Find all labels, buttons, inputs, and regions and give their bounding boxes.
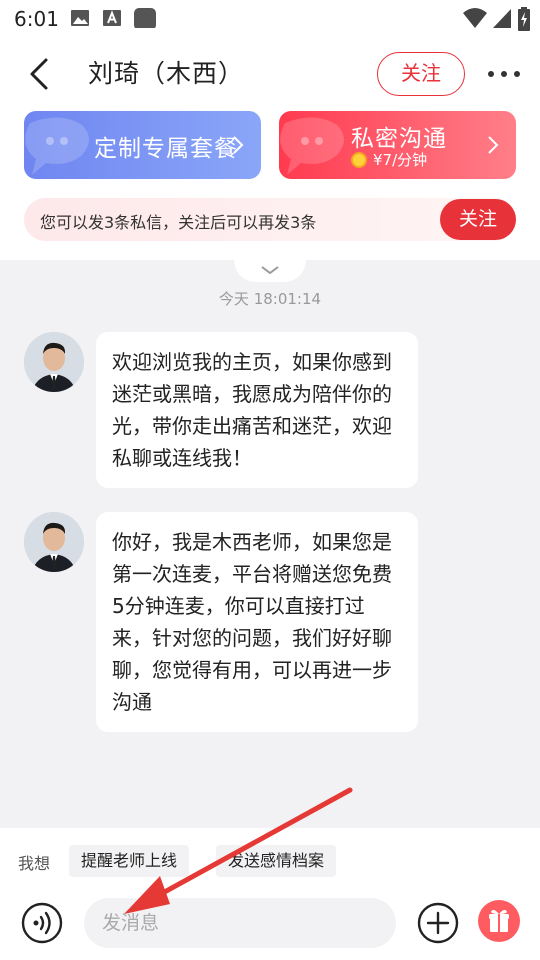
message-limit-notice: 您可以发3条私信，关注后可以再发3条 关注 xyxy=(24,198,516,241)
plus-icon[interactable] xyxy=(417,902,459,944)
teacher-portrait-icon xyxy=(24,512,84,572)
price-text: ¥7/分钟 xyxy=(373,151,428,169)
follow-button[interactable]: 关注 xyxy=(377,52,465,96)
voice-input-icon[interactable] xyxy=(21,902,63,944)
gift-icon xyxy=(489,909,509,932)
chat-message-area[interactable]: 今天 18:01:14 欢迎浏览我的主页，如果你感到迷茫或黑暗，我愿成为陪伴你的… xyxy=(0,260,540,828)
avatar[interactable] xyxy=(24,512,84,572)
chat-header: 刘琦（木西） 关注 xyxy=(0,38,540,110)
chevron-right-icon xyxy=(233,136,244,154)
chat-bubble-decoration-icon xyxy=(25,117,89,175)
private-chat-banner[interactable]: 私密沟通 ¥7/分钟 xyxy=(279,111,516,179)
status-bar: 6:01 xyxy=(0,0,540,38)
custom-package-label: 定制专属套餐 xyxy=(94,136,238,162)
wifi-icon xyxy=(463,8,487,28)
send-emotion-file-chip[interactable]: 发送感情档案 xyxy=(216,845,337,877)
gift-button[interactable] xyxy=(478,900,520,942)
coin-icon xyxy=(351,151,367,168)
message-bubble: 欢迎浏览我的主页，如果你感到迷茫或黑暗，我愿成为陪伴你的光，带你走出痛苦和迷茫，… xyxy=(96,332,418,488)
chevron-down-icon xyxy=(261,266,279,275)
image-notification-icon xyxy=(71,10,89,26)
message-input[interactable] xyxy=(84,898,396,948)
private-chat-price: ¥7/分钟 xyxy=(351,149,427,170)
notice-follow-button[interactable]: 关注 xyxy=(440,199,516,240)
chevron-right-icon xyxy=(488,136,499,154)
back-arrow-icon[interactable] xyxy=(22,56,58,92)
avatar[interactable] xyxy=(24,332,84,392)
chat-bubble-decoration-icon xyxy=(280,117,344,175)
app-notification-icon xyxy=(134,8,156,28)
load-more-tab[interactable] xyxy=(234,260,306,282)
more-options-icon[interactable] xyxy=(484,62,524,86)
page-title: 刘琦（木西） xyxy=(88,59,245,88)
signal-icon xyxy=(493,9,511,28)
status-time: 6:01 xyxy=(14,7,59,31)
custom-package-banner[interactable]: 定制专属套餐 xyxy=(24,111,261,179)
notice-text: 您可以发3条私信，关注后可以再发3条 xyxy=(40,213,317,232)
message-timestamp: 今天 18:01:14 xyxy=(218,290,322,308)
teacher-portrait-icon xyxy=(24,332,84,392)
message-bubble: 你好，我是木西老师，如果您是第一次连麦，平台将赠送您免费5分钟连麦，你可以直接打… xyxy=(96,512,418,732)
battery-icon xyxy=(518,7,530,31)
private-chat-label: 私密沟通 xyxy=(351,126,447,152)
text-notification-icon xyxy=(103,10,121,26)
input-panel: 我想 提醒老师上线 发送感情档案 xyxy=(0,828,540,960)
quick-reply-label: 我想 xyxy=(18,854,51,873)
remind-teacher-online-chip[interactable]: 提醒老师上线 xyxy=(69,845,190,877)
